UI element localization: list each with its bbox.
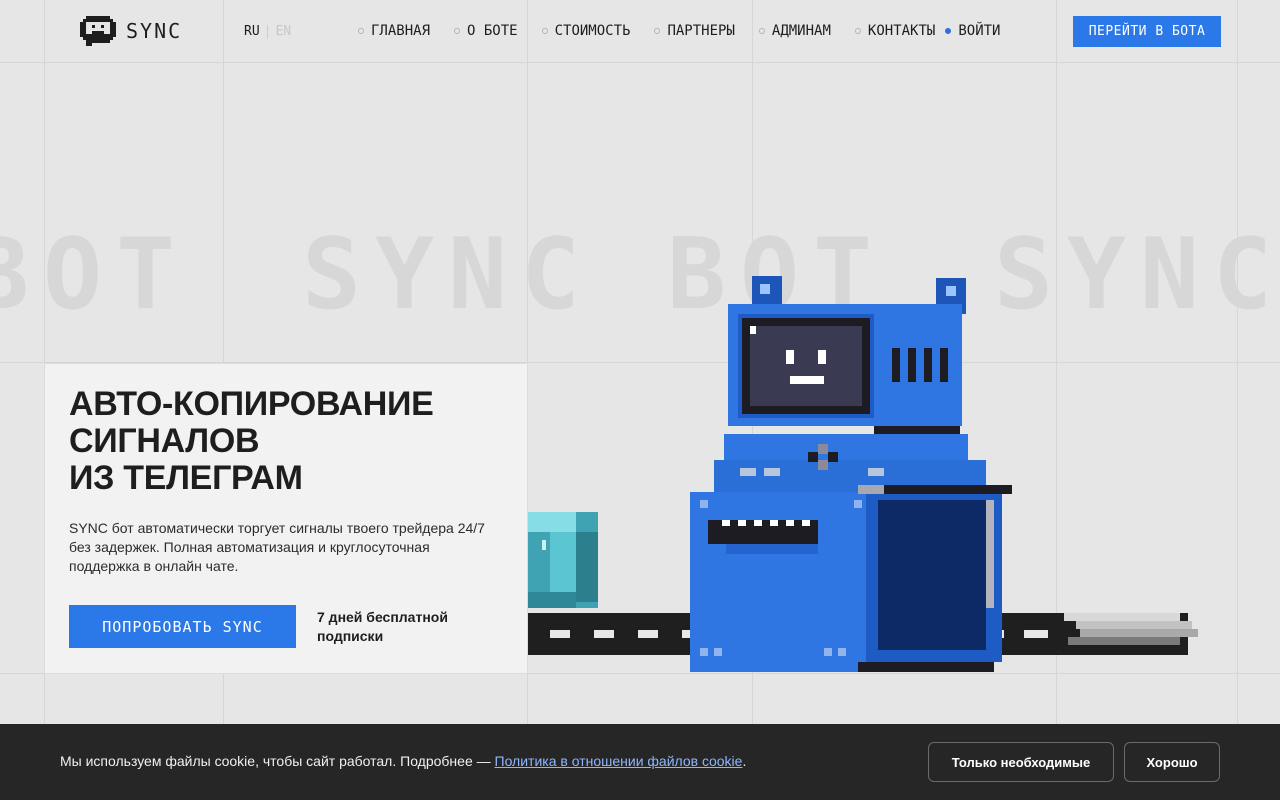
nav-dot-icon (454, 28, 461, 34)
lang-en[interactable]: EN (275, 24, 291, 39)
robot-illustration (528, 276, 1198, 672)
hero-actions: ПОПРОБОВАТЬ SYNC 7 дней бесплатной подпи… (69, 605, 467, 648)
nav-label: ПАРТНЕРЫ (667, 23, 735, 39)
cookie-message: Мы используем файлы cookie, чтобы сайт р… (60, 753, 495, 769)
hero-card: АВТО-КОПИРОВАНИЕ СИГНАЛОВ ИЗ ТЕЛЕГРАМ SY… (44, 363, 528, 674)
nav-item-admins[interactable]: АДМИНАМ (758, 23, 831, 39)
nav-dot-active-icon (945, 28, 952, 34)
logo[interactable]: SYNC (80, 16, 182, 46)
nav-label: СТОИМОСТЬ (554, 23, 631, 39)
only-necessary-button[interactable]: Только необходимые (928, 742, 1114, 782)
nav-item-about[interactable]: О БОТЕ (454, 23, 518, 39)
cookie-banner: Мы используем файлы cookie, чтобы сайт р… (0, 724, 1280, 800)
hero-title-line: ИЗ ТЕЛЕГРАМ (69, 459, 303, 497)
nav-label: ГЛАВНАЯ (371, 23, 431, 39)
nav-dot-icon (541, 28, 548, 34)
main-nav: ГЛАВНАЯ О БОТЕ СТОИМОСТЬ ПАРТНЕРЫ АДМИНА… (358, 23, 1025, 39)
accept-cookies-button[interactable]: Хорошо (1124, 742, 1220, 782)
watermark-left: BOT (0, 218, 190, 318)
logo-text: SYNC (126, 19, 183, 43)
cookie-policy-link[interactable]: Политика в отношении файлов cookie (495, 753, 743, 769)
chat-bubble-logo-icon (80, 16, 116, 46)
hero-description: SYNC бот автоматически торгует сигналы т… (69, 520, 485, 574)
trial-note: 7 дней бесплатной подписки (317, 608, 448, 644)
nav-item-login[interactable]: ВОЙТИ (945, 23, 1001, 39)
nav-item-home[interactable]: ГЛАВНАЯ (358, 23, 430, 39)
hero-title-line: СИГНАЛОВ (69, 422, 260, 460)
nav-dot-icon (758, 28, 765, 34)
try-sync-button[interactable]: ПОПРОБОВАТЬ SYNC (69, 605, 296, 648)
lang-separator: | (263, 24, 272, 39)
go-to-bot-button[interactable]: ПЕРЕЙТИ В БОТА (1073, 16, 1221, 47)
nav-dot-icon (654, 28, 661, 34)
nav-item-partners[interactable]: ПАРТНЕРЫ (654, 23, 735, 39)
nav-label: АДМИНАМ (771, 23, 831, 39)
nav-item-pricing[interactable]: СТОИМОСТЬ (541, 23, 631, 39)
language-switcher: RU | EN (244, 24, 291, 39)
cookie-message-end: . (742, 753, 747, 769)
nav-dot-icon (854, 28, 861, 34)
hero-title: АВТО-КОПИРОВАНИЕ СИГНАЛОВ ИЗ ТЕЛЕГРАМ (69, 386, 503, 497)
cookie-text: Мы используем файлы cookie, чтобы сайт р… (60, 753, 746, 769)
nav-label: О БОТЕ (467, 23, 518, 39)
site-header: SYNC RU | EN ГЛАВНАЯ О БОТЕ СТОИМОСТЬ ПАРТ… (0, 0, 1280, 63)
nav-item-contacts[interactable]: КОНТАКТЫ (854, 23, 936, 39)
lang-ru[interactable]: RU (244, 24, 260, 39)
hero-title-line: АВТО-КОПИРОВАНИЕ (69, 385, 434, 423)
nav-dot-icon (358, 28, 364, 34)
nav-label: ВОЙТИ (958, 23, 1001, 39)
nav-label: КОНТАКТЫ (867, 23, 936, 39)
